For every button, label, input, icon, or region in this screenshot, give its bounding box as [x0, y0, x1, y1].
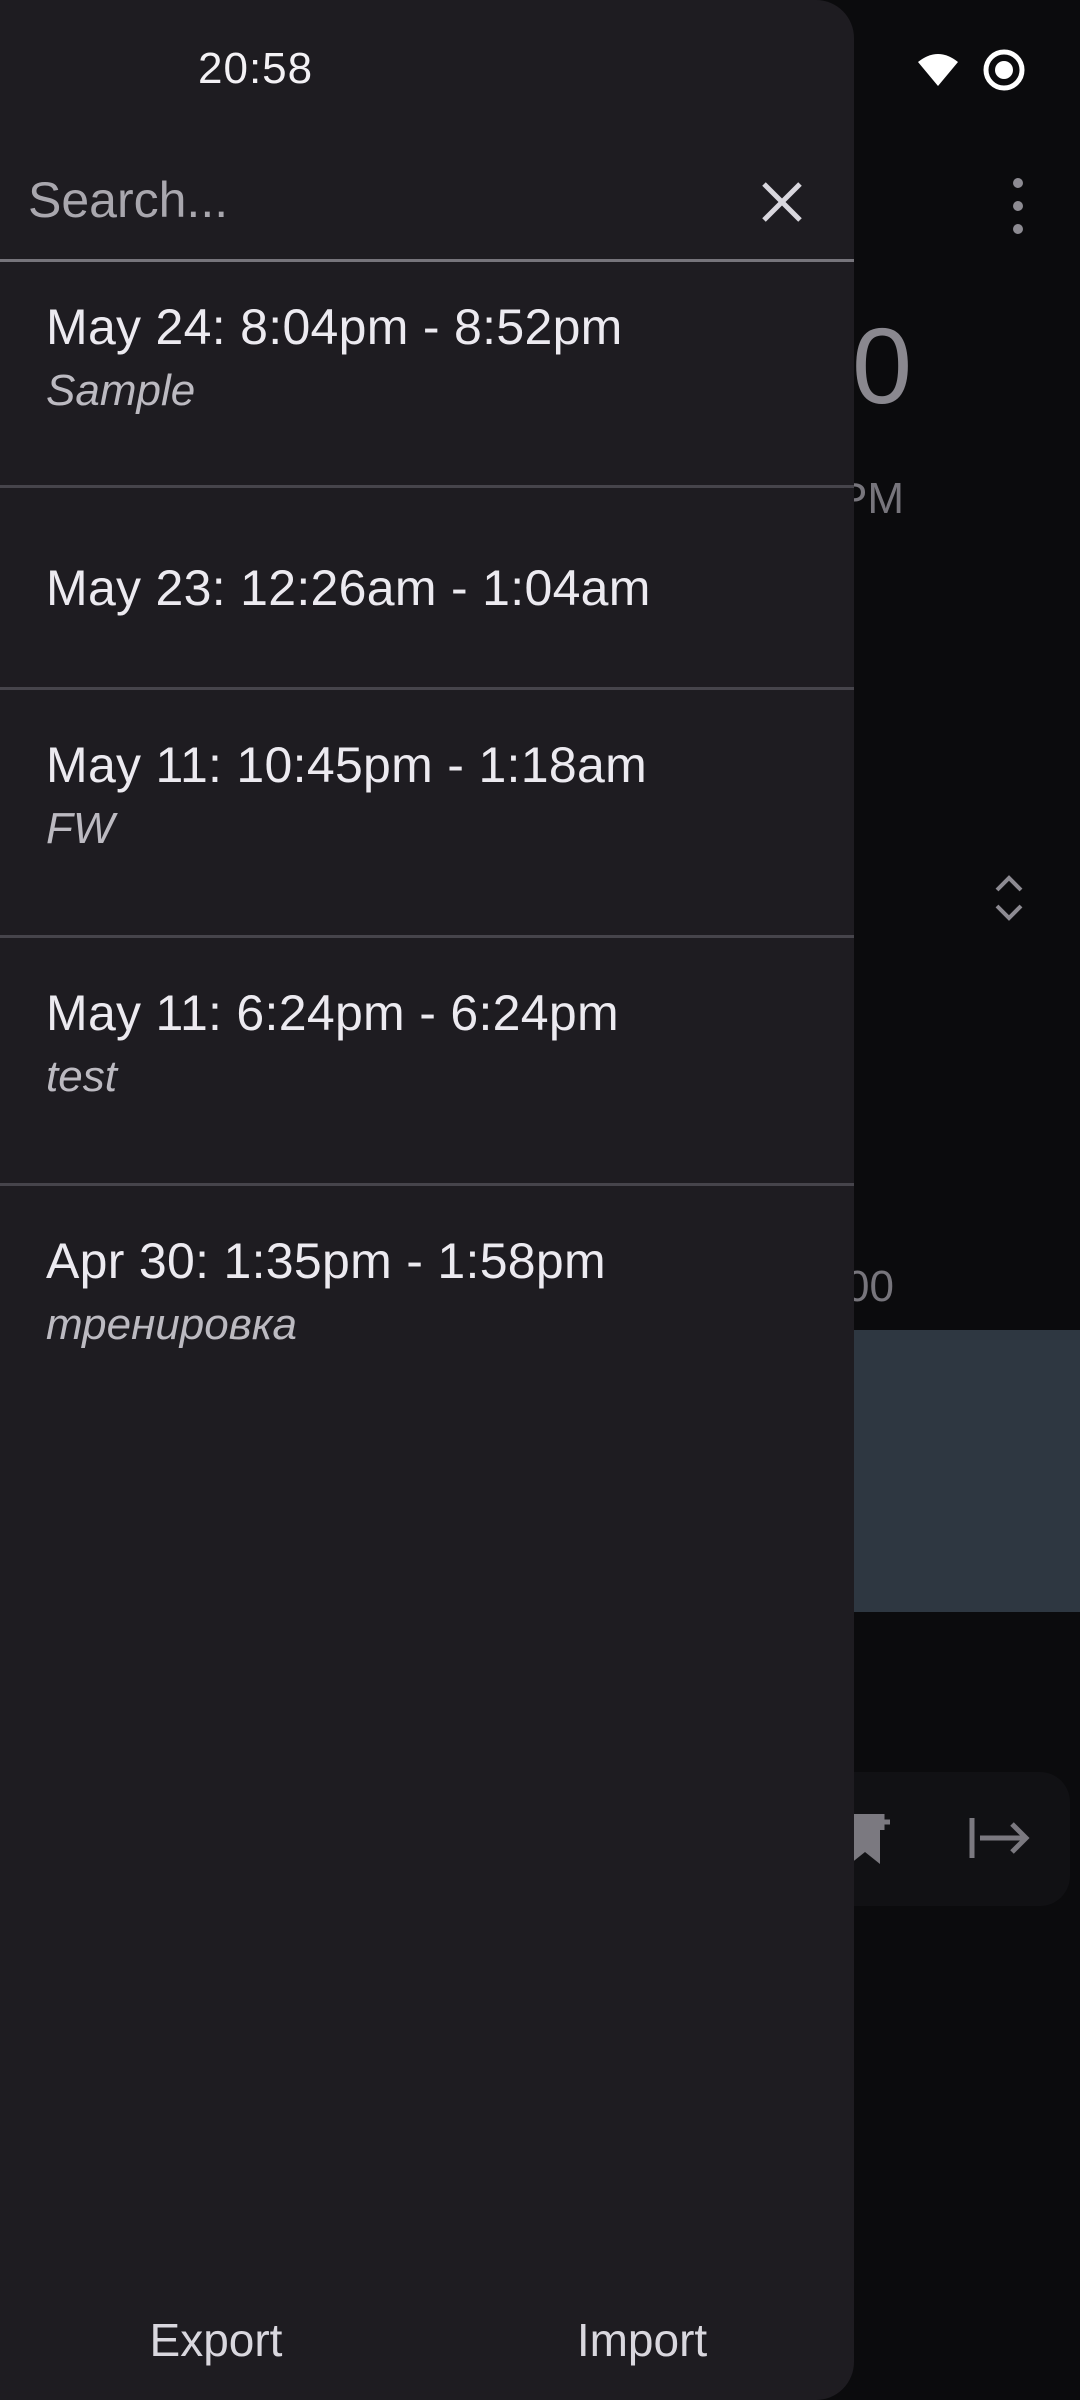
session-item[interactable]: Apr 30: 1:35pm - 1:58pm тренировка	[0, 1186, 854, 1426]
wifi-icon	[918, 54, 958, 86]
search-input[interactable]	[28, 150, 728, 250]
status-icons	[916, 48, 1026, 92]
record-icon	[983, 49, 1025, 91]
session-time: May 23: 12:26am - 1:04am	[46, 559, 651, 616]
expand-chevrons-icon[interactable]	[992, 870, 1026, 926]
session-time: May 24: 8:04pm - 8:52pm	[46, 299, 623, 355]
session-time: May 11: 10:45pm - 1:18am	[46, 737, 648, 793]
session-note: Sample	[46, 366, 196, 415]
session-list: May 24: 8:04pm - 8:52pm Sample May 23: 1…	[0, 262, 854, 1426]
background-clock-digit: 0	[852, 305, 913, 426]
session-time: Apr 30: 1:35pm - 1:58pm	[46, 1233, 606, 1289]
session-item[interactable]: May 11: 10:45pm - 1:18am FW	[0, 690, 854, 938]
session-note: test	[46, 1052, 117, 1101]
background-panel	[820, 1330, 1080, 1612]
session-item[interactable]: May 23: 12:26am - 1:04am	[0, 488, 854, 690]
close-search-button[interactable]	[750, 170, 814, 234]
session-note: FW	[46, 804, 115, 853]
more-options-icon[interactable]	[1008, 178, 1028, 234]
session-item[interactable]: May 24: 8:04pm - 8:52pm Sample	[0, 262, 854, 488]
status-time: 20:58	[198, 44, 314, 93]
history-drawer: 20:58 May 24: 8:04pm - 8:52pm Sample May…	[0, 0, 854, 2400]
session-note: тренировка	[46, 1300, 297, 1349]
export-button[interactable]: Export	[86, 2280, 346, 2400]
session-item[interactable]: May 11: 6:24pm - 6:24pm test	[0, 938, 854, 1186]
search-bar	[0, 150, 854, 262]
export-arrow-icon[interactable]	[968, 1812, 1032, 1864]
import-button[interactable]: Import	[512, 2280, 772, 2400]
session-time: May 11: 6:24pm - 6:24pm	[46, 985, 619, 1041]
close-icon	[762, 182, 802, 222]
